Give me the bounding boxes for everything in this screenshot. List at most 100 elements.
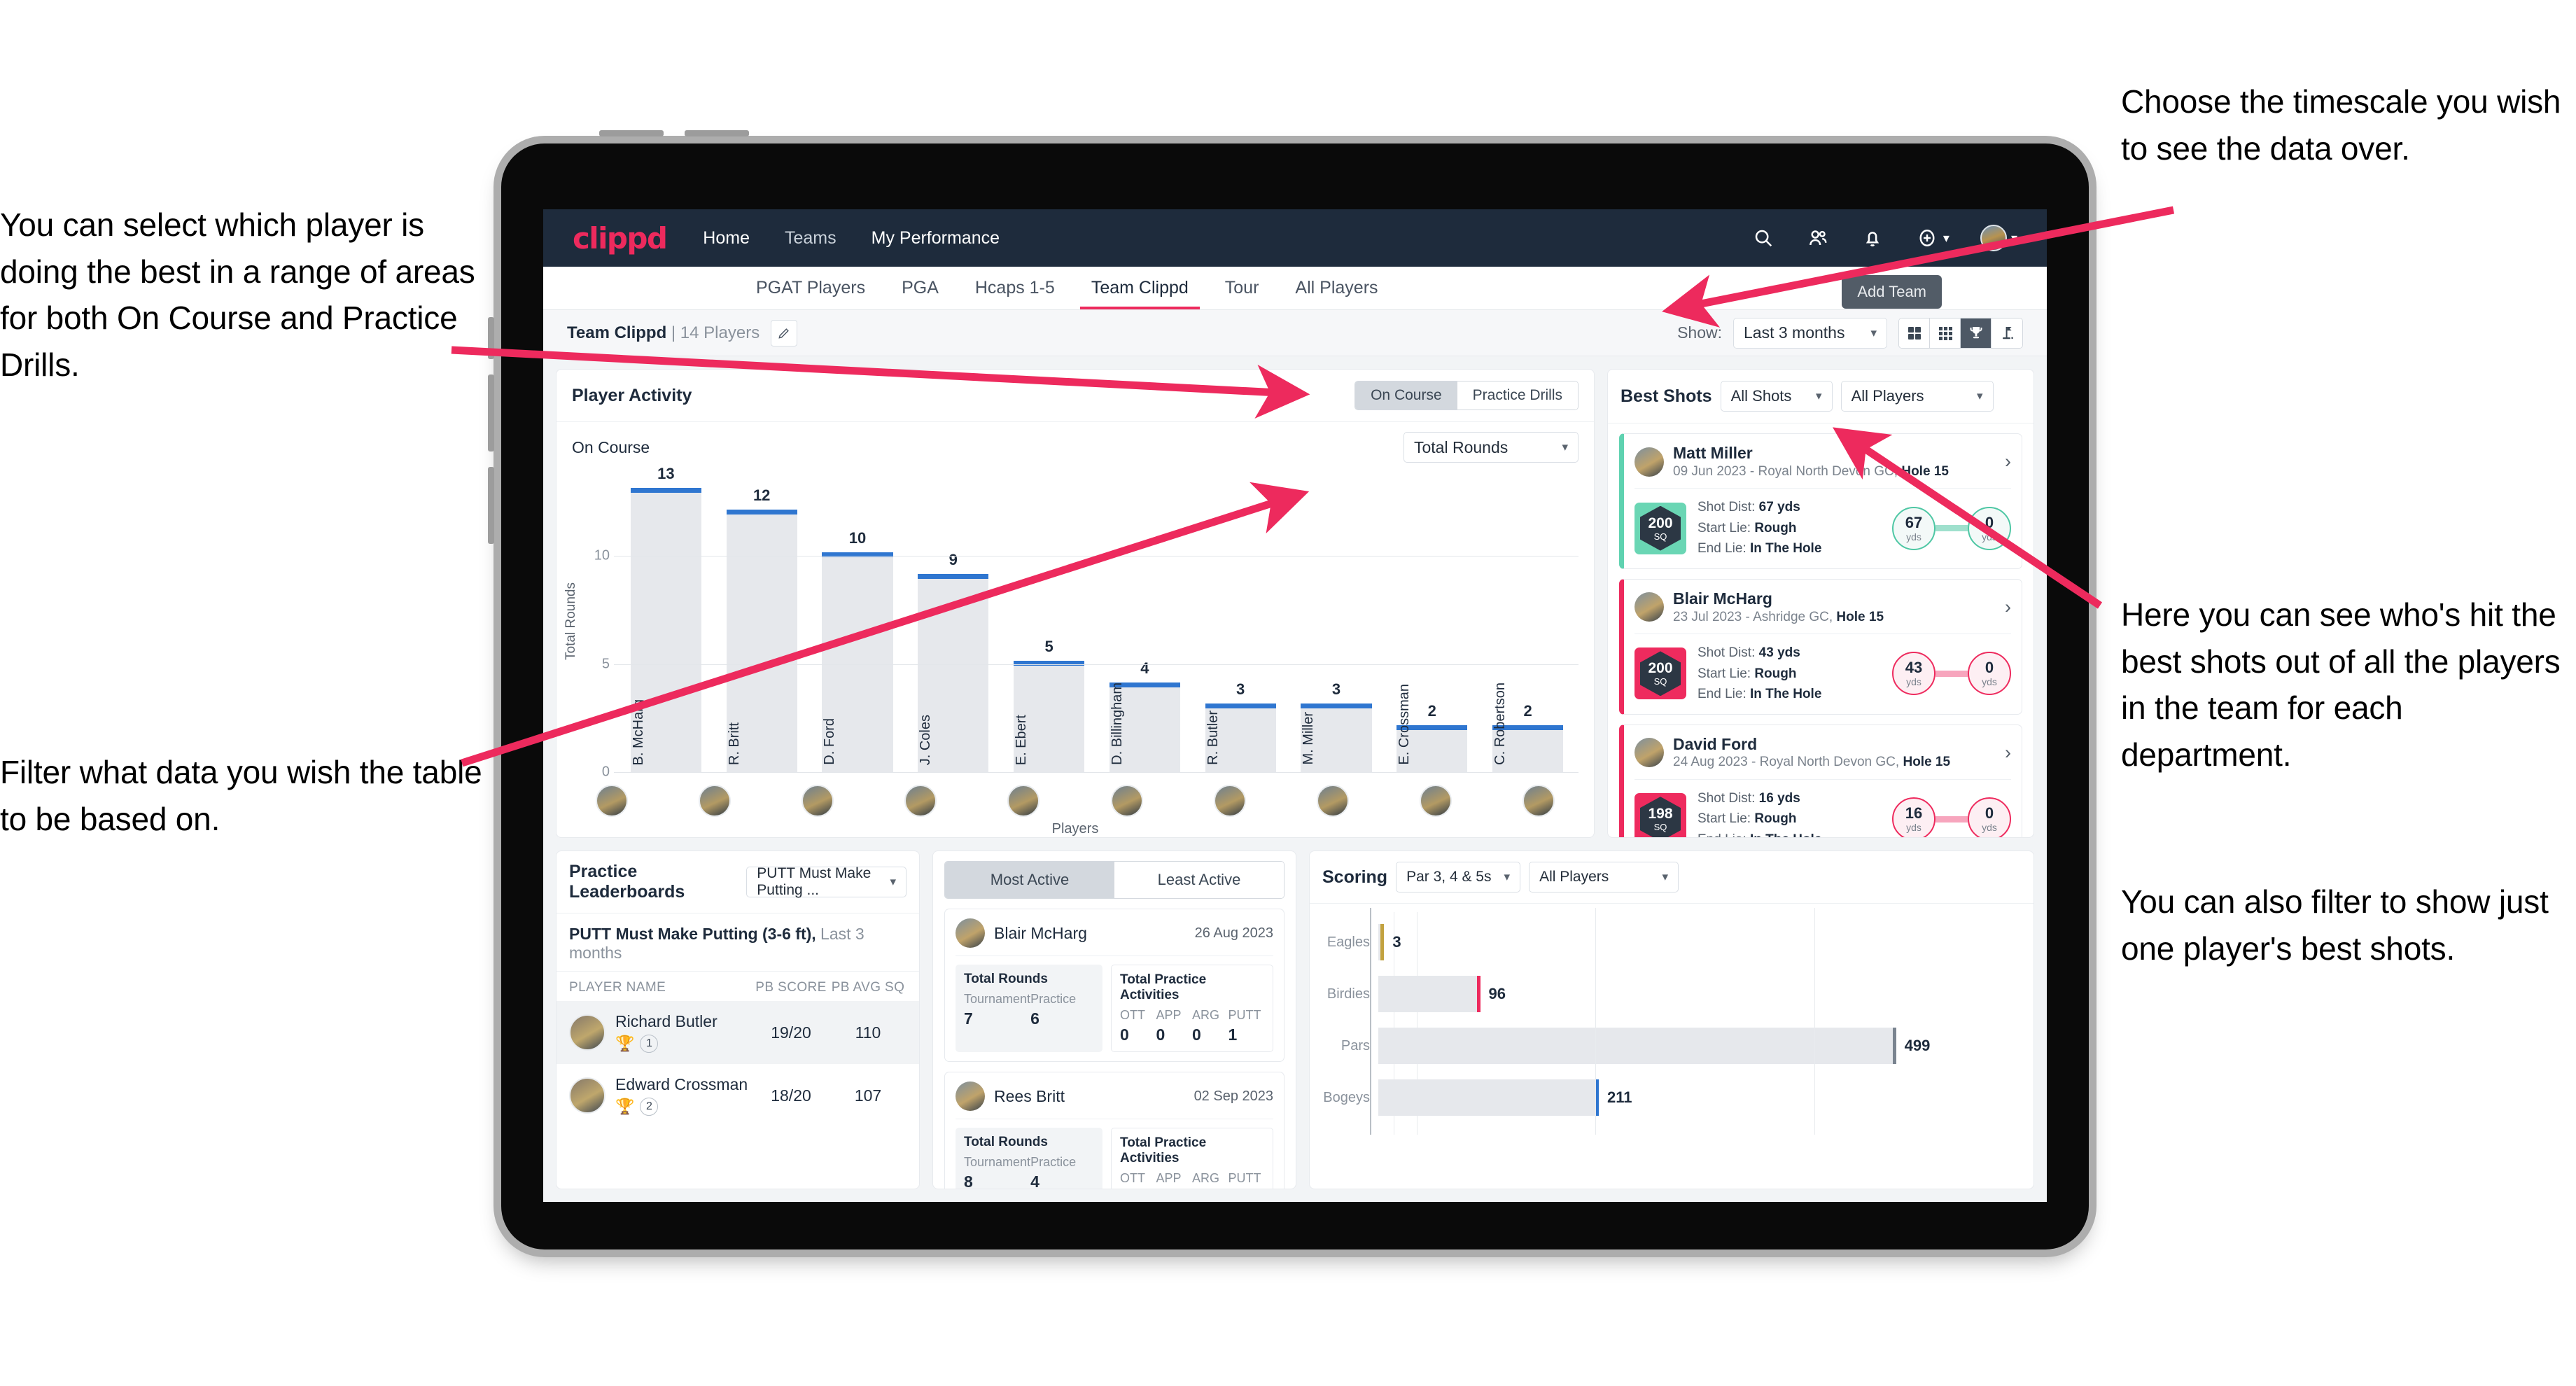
scoring-row[interactable]: Birdies 96 xyxy=(1318,968,2018,1020)
bar-cap xyxy=(1205,704,1276,709)
y-axis-tick: 10 xyxy=(594,547,610,564)
search-icon[interactable] xyxy=(1751,226,1775,250)
bar[interactable]: D. Billingham xyxy=(1109,682,1180,772)
avatar[interactable] xyxy=(1419,785,1452,817)
bar-column[interactable]: 4 D. Billingham xyxy=(1097,470,1193,772)
start-lie-line: Start Lie: Rough xyxy=(1698,811,1797,827)
best-shots-player-select[interactable]: All Players ▾ xyxy=(1840,381,1994,412)
scoring-chart: Eagles 3 Birdies 96 Pars 499 Bogeys 211 xyxy=(1310,904,2033,1135)
rounds-value: 4 xyxy=(1030,1172,1040,1189)
avatar[interactable] xyxy=(802,785,834,817)
plus-circle-menu[interactable]: ▾ xyxy=(1915,226,1949,250)
annotation-right-mid: Here you can see who's hit the best shot… xyxy=(2121,596,2561,774)
nav-link-my-performance[interactable]: My Performance xyxy=(872,228,1000,248)
table-row[interactable]: Edward Crossman 🏆 2 18/20 107 xyxy=(556,1064,919,1127)
bar-column[interactable]: 3 M. Miller xyxy=(1289,470,1385,772)
drill-select[interactable]: PUTT Must Make Putting ... ▾ xyxy=(746,865,906,898)
bar-column[interactable]: 3 R. Butler xyxy=(1193,470,1289,772)
metric-select[interactable]: Total Rounds ▾ xyxy=(1404,432,1578,463)
bar-value: 13 xyxy=(657,464,675,482)
bar-column[interactable]: 5 E. Ebert xyxy=(1001,470,1097,772)
tab-pgat-players[interactable]: PGAT Players xyxy=(738,267,883,309)
best-shot-card[interactable]: Blair McHarg 23 Jul 2023 - Ashridge GC, H… xyxy=(1619,578,2022,715)
activity-player-card[interactable]: Blair McHarg 26 Aug 2023 Total Rounds Tourn… xyxy=(944,909,1284,1062)
shot-header: Matt Miller 09 Jun 2023 - Royal North Dev… xyxy=(1634,443,2011,489)
bar[interactable]: E. Crossman xyxy=(1396,684,1468,772)
practice-key: ARG xyxy=(1192,1008,1220,1022)
edit-team-button[interactable] xyxy=(771,319,798,346)
chevron-right-icon[interactable]: › xyxy=(2005,451,2011,472)
shot-end-node: 0 yds xyxy=(1968,506,2011,550)
nav-link-home[interactable]: Home xyxy=(703,228,750,248)
avatar xyxy=(1634,592,1664,622)
scoring-player-select[interactable]: All Players ▾ xyxy=(1529,862,1679,892)
avatar[interactable] xyxy=(1522,785,1555,817)
shot-type-select[interactable]: All Shots ▾ xyxy=(1720,381,1833,412)
grid-large-icon[interactable] xyxy=(1899,318,1930,348)
table-row[interactable]: Richard Butler 🏆 1 19/20 110 xyxy=(556,1001,919,1064)
bar-series: 13 B. McHarg 12 R. Britt 10 D. Ford 9 J. Coles 5… xyxy=(618,465,1576,772)
bar-column[interactable]: 10 D. Ford xyxy=(810,470,906,772)
bar-column[interactable]: 12 R. Britt xyxy=(714,470,810,772)
tab-team-clippd[interactable]: Team Clippd xyxy=(1073,267,1207,309)
bar-category-label: J. Coles xyxy=(918,714,934,765)
avatar[interactable] xyxy=(1007,785,1040,817)
avatar[interactable] xyxy=(699,785,732,817)
grid-small-icon[interactable] xyxy=(1930,318,1961,348)
shot-player-name: David Ford xyxy=(1673,734,1758,753)
avatar xyxy=(569,1077,606,1114)
avatar[interactable] xyxy=(1110,785,1143,817)
chevron-right-icon[interactable]: › xyxy=(2005,596,2011,618)
avatar[interactable] xyxy=(1980,225,2007,251)
scoring-row[interactable]: Bogeys 211 xyxy=(1318,1072,2018,1124)
best-shot-card[interactable]: David Ford 24 Aug 2023 - Royal North Devo… xyxy=(1619,724,2022,837)
bar-column[interactable]: 2 C. Robertson xyxy=(1480,470,1576,772)
bar-column[interactable]: 2 E. Crossman xyxy=(1384,470,1480,772)
chevron-down-icon: ▾ xyxy=(1816,389,1822,402)
user-menu[interactable]: ▾ xyxy=(1980,225,2017,251)
bar-value: 5 xyxy=(1044,637,1054,655)
chevron-right-icon[interactable]: › xyxy=(2005,742,2011,764)
avatar[interactable] xyxy=(596,785,628,817)
avatar[interactable] xyxy=(904,785,937,817)
plus-circle-icon[interactable] xyxy=(1915,226,1939,250)
scoring-row[interactable]: Eagles 3 xyxy=(1318,916,2018,968)
tab-all-players[interactable]: All Players xyxy=(1277,267,1396,309)
par-filter-select[interactable]: Par 3, 4 & 5s ▾ xyxy=(1396,862,1521,892)
drill-name: PUTT Must Make Putting (3-6 ft), xyxy=(569,925,816,943)
practice-key: APP xyxy=(1156,1171,1182,1185)
segment-on-course[interactable]: On Course xyxy=(1355,382,1457,410)
avatar[interactable] xyxy=(1213,785,1246,817)
bar[interactable]: R. Britt xyxy=(726,509,797,772)
tab-least-active[interactable]: Least Active xyxy=(1114,862,1284,898)
bar[interactable]: R. Butler xyxy=(1205,704,1276,772)
avatar[interactable] xyxy=(1316,785,1349,817)
best-shot-card[interactable]: Matt Miller 09 Jun 2023 - Royal North Dev… xyxy=(1619,433,2022,569)
tab-pga[interactable]: PGA xyxy=(883,267,957,309)
segment-practice-drills[interactable]: Practice Drills xyxy=(1457,382,1578,410)
bar[interactable]: M. Miller xyxy=(1301,704,1372,772)
tab-most-active[interactable]: Most Active xyxy=(945,862,1114,898)
activity-card-header: Blair McHarg 26 Aug 2023 xyxy=(955,918,1273,956)
tab-hcaps-1-5[interactable]: Hcaps 1-5 xyxy=(957,267,1073,309)
tab-tour[interactable]: Tour xyxy=(1207,267,1278,309)
activity-player-card[interactable]: Rees Britt 02 Sep 2023 Total Rounds Tournam… xyxy=(944,1072,1284,1189)
timescale-select[interactable]: Last 3 months ▾ xyxy=(1733,317,1887,349)
annotation-right-bottom: You can also filter to show just one pla… xyxy=(2121,883,2549,967)
scoring-row[interactable]: Pars 499 xyxy=(1318,1020,2018,1072)
bar-column[interactable]: 13 B. McHarg xyxy=(618,465,714,772)
people-icon[interactable] xyxy=(1806,226,1830,250)
trophy-icon[interactable] xyxy=(1961,318,1991,348)
bar[interactable]: C. Robertson xyxy=(1492,682,1564,772)
bar[interactable]: E. Ebert xyxy=(1013,660,1085,772)
scoring-bar-tip xyxy=(1476,976,1480,1012)
bar-column[interactable]: 9 J. Coles xyxy=(905,470,1001,772)
pb-avg-sq-value: 107 xyxy=(854,1086,882,1105)
bar[interactable]: B. McHarg xyxy=(630,487,701,772)
bar[interactable]: J. Coles xyxy=(918,574,989,772)
flag-icon[interactable] xyxy=(1991,318,2022,348)
clippd-logo[interactable]: clippd xyxy=(573,221,668,255)
nav-link-teams[interactable]: Teams xyxy=(785,228,836,248)
show-label: Show: xyxy=(1677,323,1722,342)
bell-icon[interactable] xyxy=(1861,226,1884,250)
